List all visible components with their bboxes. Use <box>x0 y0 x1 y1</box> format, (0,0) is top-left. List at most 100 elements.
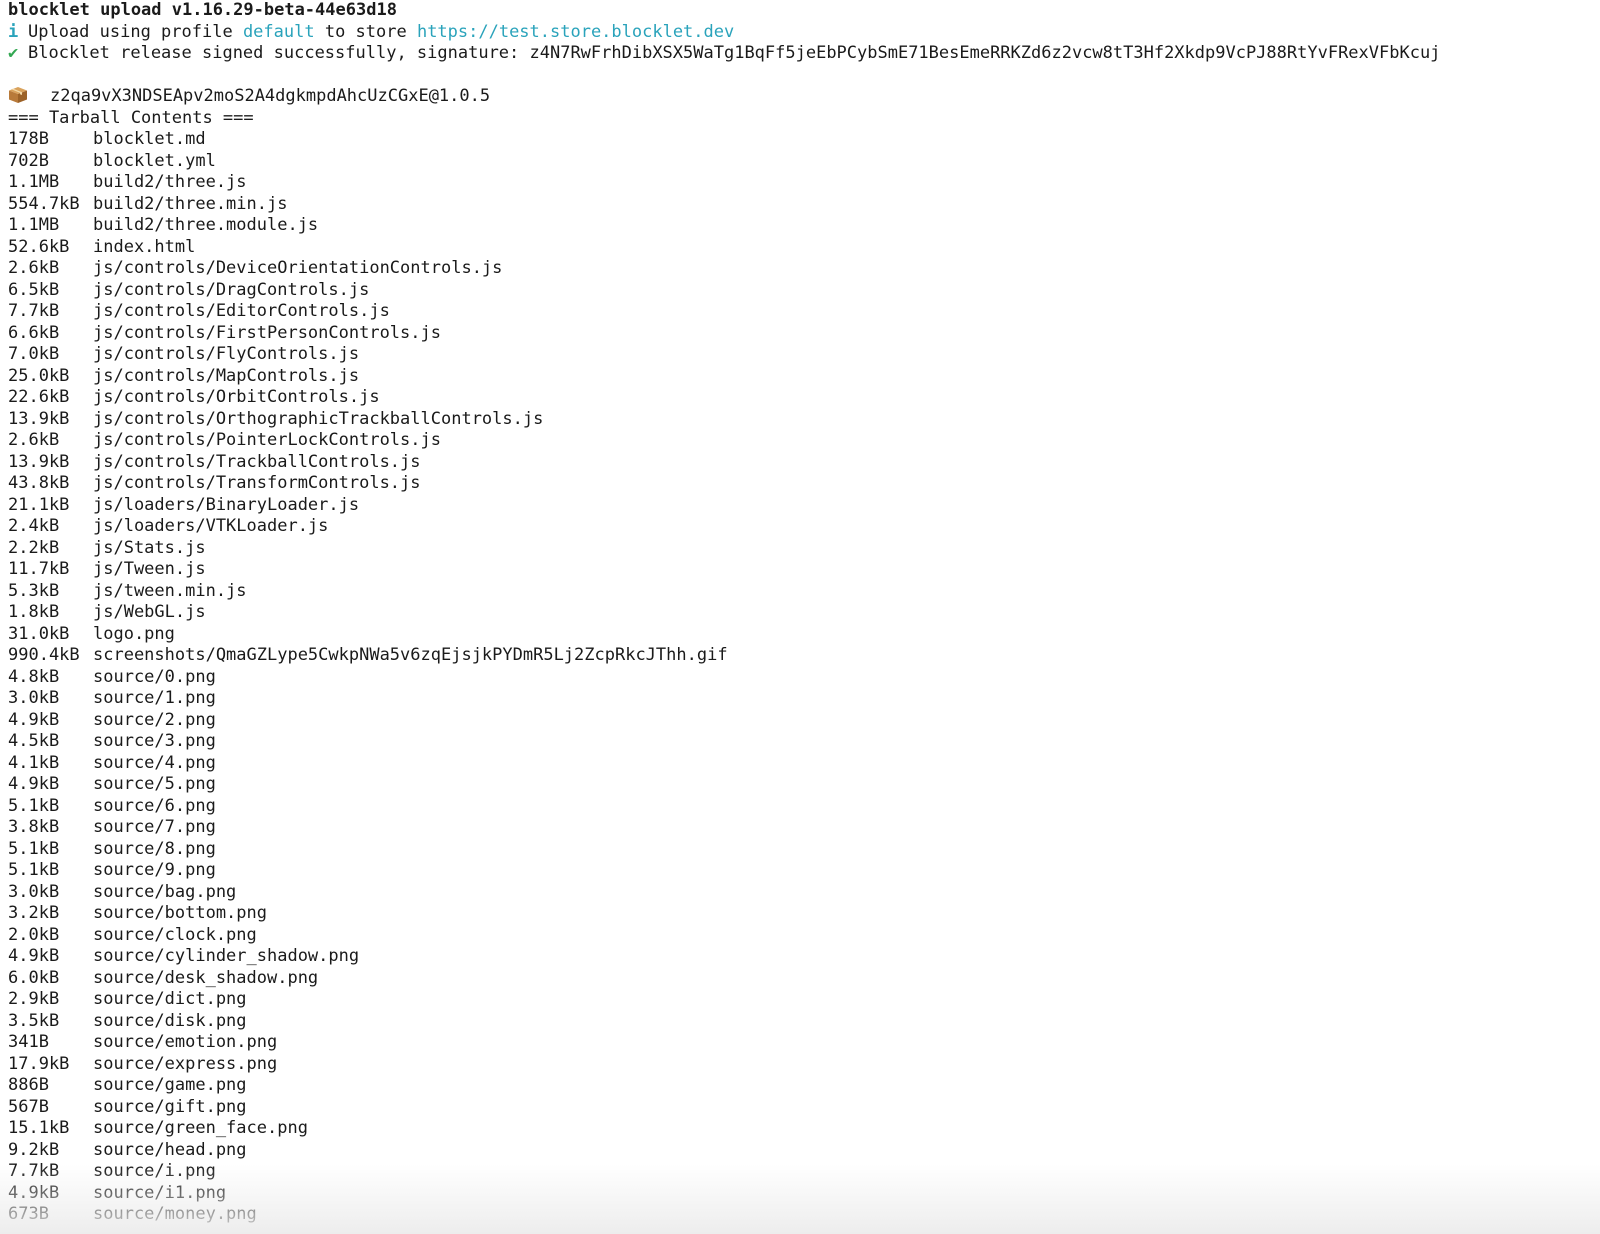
file-path: source/clock.png <box>93 924 257 945</box>
file-path: blocklet.md <box>93 129 206 149</box>
file-path: js/controls/TransformControls.js <box>93 473 421 493</box>
command-line: blocklet upload v1.16.29-beta-44e63d18 <box>8 0 397 20</box>
file-size: 990.4kB <box>8 645 80 665</box>
signed-line: ✔ Blocklet release signed successfully, s… <box>8 43 1600 65</box>
file-path: js/Stats.js <box>93 537 206 558</box>
file-row: 5.3kB js/tween.min.js <box>8 581 1600 603</box>
file-row: 6.6kB js/controls/FirstPersonControls.js <box>8 323 1600 345</box>
file-size: 21.1kB <box>8 494 70 515</box>
file-path: js/tween.min.js <box>93 580 247 601</box>
file-path: source/7.png <box>93 817 216 837</box>
file-path: js/controls/DragControls.js <box>93 279 370 300</box>
file-size: 25.0kB <box>8 365 70 386</box>
file-size: 567B <box>8 1096 49 1117</box>
file-row: 567B source/gift.png <box>8 1097 1600 1119</box>
file-size: 15.1kB <box>8 1118 70 1138</box>
file-path: source/4.png <box>93 752 216 773</box>
file-row: 2.6kB js/controls/PointerLockControls.js <box>8 430 1600 452</box>
file-size: 1.1MB <box>8 215 60 235</box>
file-list: 178B blocklet.md 702B blocklet.yml 1.1MB buil… <box>8 129 1600 1226</box>
file-row: 9.2kB source/head.png <box>8 1140 1600 1162</box>
package-line: z2qa9vX3NDSEApv2moS2A4dgkmpdAhcUzCGxE@1.… <box>8 86 1600 108</box>
file-path: source/3.png <box>93 731 216 751</box>
file-size: 7.7kB <box>8 1161 60 1181</box>
file-size: 7.7kB <box>8 301 60 321</box>
file-row: 5.1kB source/9.png <box>8 860 1600 882</box>
file-size: 6.6kB <box>8 322 60 343</box>
file-row: 15.1kB source/green_face.png <box>8 1118 1600 1140</box>
file-path: js/controls/OrthographicTrackballControl… <box>93 408 544 429</box>
file-size: 341B <box>8 1032 49 1052</box>
file-row: 554.7kB build2/three.min.js <box>8 194 1600 216</box>
file-row: 4.9kB source/cylinder_shadow.png <box>8 946 1600 968</box>
file-size: 4.8kB <box>8 666 60 687</box>
file-row: 7.0kB js/controls/FlyControls.js <box>8 344 1600 366</box>
file-row: 990.4kB screenshots/QmaGZLype5CwkpNWa5v6z… <box>8 645 1600 667</box>
file-size: 2.6kB <box>8 430 60 450</box>
file-row: 2.9kB source/dict.png <box>8 989 1600 1011</box>
file-size: 4.9kB <box>8 946 60 966</box>
file-path: source/gift.png <box>93 1096 247 1117</box>
file-size: 9.2kB <box>8 1139 60 1160</box>
profile-name: default <box>242 21 315 42</box>
file-size: 5.1kB <box>8 795 60 816</box>
upload-prefix: Upload using profile <box>28 21 243 42</box>
file-row: 2.0kB source/clock.png <box>8 925 1600 947</box>
file-row: 4.1kB source/4.png <box>8 753 1600 775</box>
file-row: 341B source/emotion.png <box>8 1032 1600 1054</box>
file-size: 554.7kB <box>8 193 80 214</box>
file-size: 2.4kB <box>8 516 60 536</box>
file-path: build2/three.js <box>93 172 247 192</box>
file-path: source/emotion.png <box>93 1032 278 1052</box>
file-row: 4.8kB source/0.png <box>8 667 1600 689</box>
file-row: 4.9kB source/2.png <box>8 710 1600 732</box>
file-row: 6.5kB js/controls/DragControls.js <box>8 280 1600 302</box>
file-path: source/game.png <box>93 1075 247 1095</box>
file-path: source/bag.png <box>93 881 237 902</box>
file-path: source/0.png <box>93 666 216 687</box>
file-path: source/9.png <box>93 860 216 880</box>
store-url-link[interactable]: https://test.store.blocklet.dev <box>417 22 734 42</box>
file-path: source/5.png <box>93 774 216 794</box>
file-row: 17.9kB source/express.png <box>8 1054 1600 1076</box>
file-row: 3.8kB source/7.png <box>8 817 1600 839</box>
file-row: 3.0kB source/1.png <box>8 688 1600 710</box>
file-path: source/head.png <box>93 1139 247 1160</box>
file-size: 3.2kB <box>8 903 60 923</box>
file-size: 4.9kB <box>8 1182 60 1203</box>
file-size: 4.5kB <box>8 731 60 751</box>
file-size: 2.2kB <box>8 537 60 558</box>
file-size: 3.0kB <box>8 688 60 708</box>
file-path: js/controls/DeviceOrientationControls.js <box>93 258 503 278</box>
file-size: 7.0kB <box>8 344 60 364</box>
file-size: 43.8kB <box>8 473 70 493</box>
package-icon <box>8 86 28 104</box>
file-size: 2.6kB <box>8 258 60 278</box>
file-size: 3.5kB <box>8 1010 60 1031</box>
file-size: 5.1kB <box>8 838 60 859</box>
file-path: build2/three.module.js <box>93 215 319 235</box>
file-row: 52.6kB index.html <box>8 237 1600 259</box>
file-size: 1.8kB <box>8 602 60 622</box>
file-size: 52.6kB <box>8 236 70 257</box>
file-path: js/loaders/VTKLoader.js <box>93 516 329 536</box>
file-size: 4.9kB <box>8 774 60 794</box>
file-size: 2.9kB <box>8 989 60 1009</box>
file-path: source/disk.png <box>93 1010 247 1031</box>
signed-text: Blocklet release signed successfully, si… <box>28 43 1441 63</box>
file-row: 5.1kB source/8.png <box>8 839 1600 861</box>
upload-mid: to store <box>314 21 417 42</box>
file-row: 2.6kB js/controls/DeviceOrientationContro… <box>8 258 1600 280</box>
file-path: source/cylinder_shadow.png <box>93 946 360 966</box>
file-row: 43.8kB js/controls/TransformControls.js <box>8 473 1600 495</box>
file-row: 702B blocklet.yml <box>8 151 1600 173</box>
file-path: js/controls/FlyControls.js <box>93 344 360 364</box>
file-row: 25.0kB js/controls/MapControls.js <box>8 366 1600 388</box>
file-size: 702B <box>8 150 49 171</box>
file-size: 178B <box>8 129 49 149</box>
file-size: 5.3kB <box>8 580 60 601</box>
file-row: 6.0kB source/desk_shadow.png <box>8 968 1600 990</box>
file-path: source/i.png <box>93 1161 216 1181</box>
terminal-output[interactable]: blocklet upload v1.16.29-beta-44e63d18 i… <box>0 0 1600 1234</box>
